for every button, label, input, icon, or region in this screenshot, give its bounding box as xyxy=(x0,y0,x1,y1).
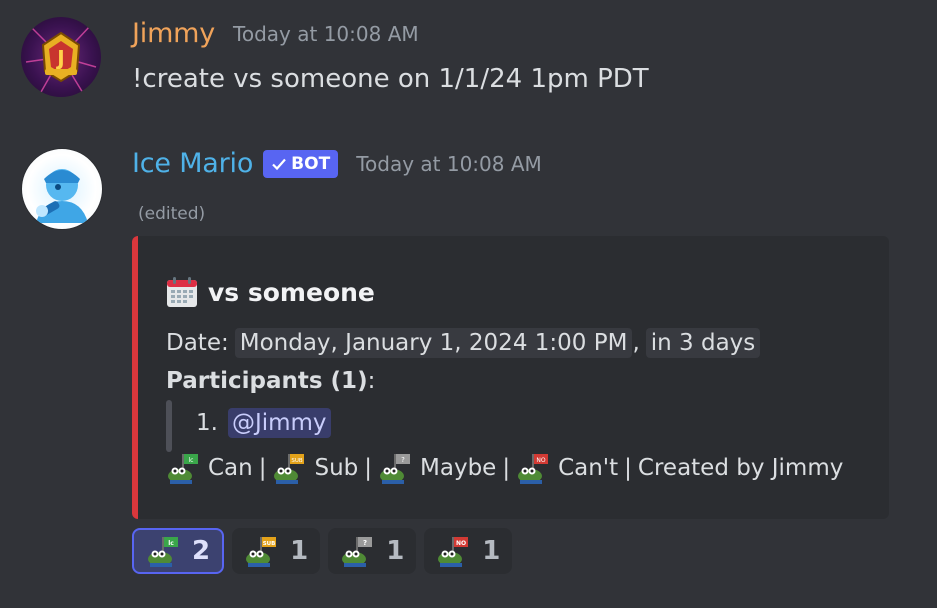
reaction-count: 2 xyxy=(192,536,211,566)
separator: | xyxy=(502,455,511,481)
svg-text:NO: NO xyxy=(536,457,545,464)
reactions-bar: lc 2 SUB 1 ? 1 NO 1 xyxy=(132,528,513,574)
checkmark-icon xyxy=(272,158,286,170)
svg-text:?: ? xyxy=(401,456,405,464)
participant-index: 1. xyxy=(196,410,218,436)
legend-can: Can xyxy=(208,455,253,481)
date-line: Date: Monday, January 1, 2024 1:00 PM , … xyxy=(166,328,761,358)
legend-cant: Can't xyxy=(558,455,619,481)
legend-sub: Sub xyxy=(314,455,359,481)
avatar-ice-mario[interactable] xyxy=(21,148,103,230)
reaction-can[interactable]: lc 2 xyxy=(132,528,225,574)
date-label: Date: xyxy=(166,330,229,356)
pepe-maybe-icon: ? xyxy=(342,537,373,567)
svg-text:lc: lc xyxy=(189,457,194,464)
embed-title-text: vs someone xyxy=(208,277,375,307)
created-by: Created by Jimmy xyxy=(637,455,844,481)
pepe-no-icon: NO xyxy=(518,454,549,484)
reaction-count: 1 xyxy=(290,536,309,566)
participants-heading: Participants (1): xyxy=(166,368,375,394)
reaction-sub[interactable]: SUB 1 xyxy=(232,528,321,574)
svg-text:NO: NO xyxy=(456,540,466,547)
message-text: !create vs someone on 1/1/24 1pm PDT xyxy=(132,64,649,94)
reaction-no[interactable]: NO 1 xyxy=(424,528,513,574)
quote-bar xyxy=(166,400,172,452)
participants-colon: : xyxy=(367,368,376,394)
avatar-jimmy[interactable]: J xyxy=(21,17,101,97)
reaction-count: 1 xyxy=(482,536,501,566)
separator: | xyxy=(624,455,632,481)
edited-label: (edited) xyxy=(138,204,206,224)
bot-tag-label: BOT xyxy=(291,153,331,174)
pepe-can-icon: lc xyxy=(168,454,198,484)
pepe-sub-icon: SUB xyxy=(246,537,277,567)
reaction-maybe[interactable]: ? 1 xyxy=(328,528,417,574)
svg-text:SUB: SUB xyxy=(292,458,304,464)
relative-time[interactable]: in 3 days xyxy=(645,328,761,358)
embed-title: vs someone xyxy=(166,276,375,308)
author-name[interactable]: Ice Mario xyxy=(132,148,253,179)
event-embed: vs someone Date: Monday, January 1, 2024… xyxy=(132,236,889,519)
timestamp: Today at 10:08 AM xyxy=(356,151,542,176)
separator: | xyxy=(258,455,267,481)
date-separator: , xyxy=(632,330,640,356)
separator: | xyxy=(364,455,373,481)
bot-badge: BOT xyxy=(263,149,339,178)
pepe-can-icon: lc xyxy=(148,537,178,567)
author-name[interactable]: Jimmy xyxy=(132,18,215,49)
legend-maybe: Maybe xyxy=(420,455,497,481)
participants-label: Participants (1) xyxy=(166,368,368,394)
pepe-sub-icon: SUB xyxy=(274,454,305,484)
pepe-no-icon: NO xyxy=(438,537,469,567)
svg-text:?: ? xyxy=(363,539,367,547)
pepe-maybe-icon: ? xyxy=(380,454,411,484)
svg-text:J: J xyxy=(55,46,64,70)
participant-mention[interactable]: @Jimmy xyxy=(227,408,331,438)
svg-text:lc: lc xyxy=(168,540,174,547)
participant-item: 1. @Jimmy xyxy=(196,408,331,438)
date-timestamp[interactable]: Monday, January 1, 2024 1:00 PM xyxy=(234,328,633,358)
timestamp: Today at 10:08 AM xyxy=(233,21,419,46)
legend-line: lc Can | SUB Sub | ? Maybe | NO Can't | … xyxy=(166,452,843,484)
calendar-icon xyxy=(167,277,197,307)
svg-text:SUB: SUB xyxy=(263,541,276,547)
reaction-count: 1 xyxy=(386,536,405,566)
